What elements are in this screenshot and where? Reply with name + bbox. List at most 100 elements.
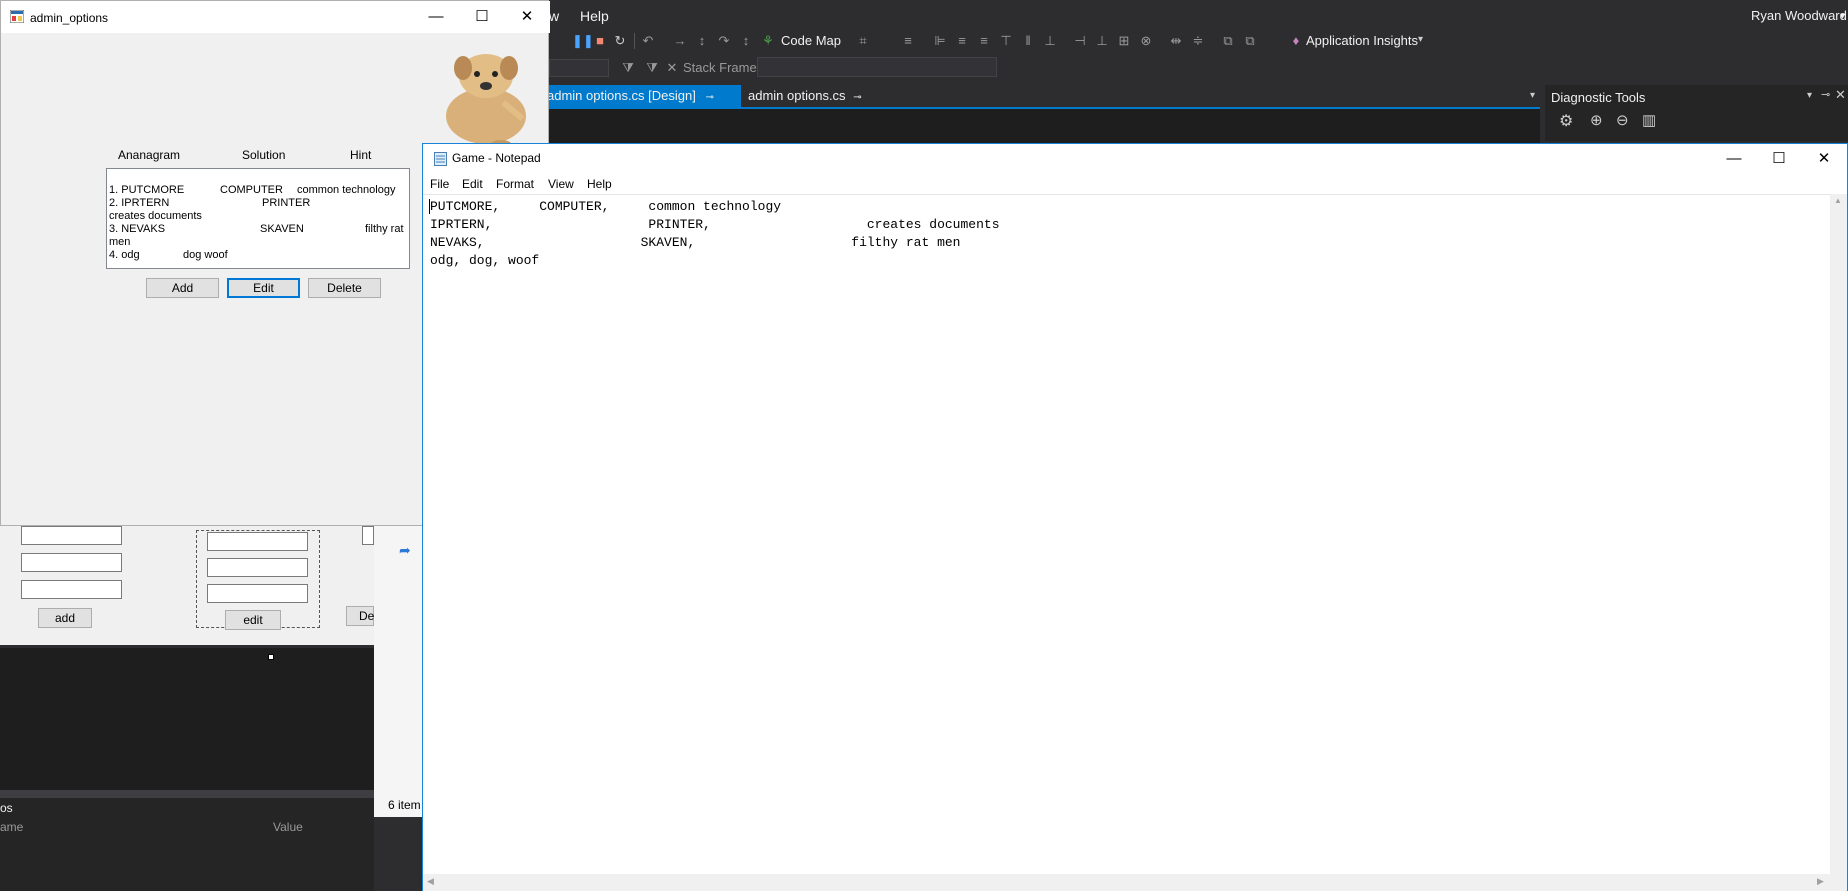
list-item[interactable]: SKAVEN xyxy=(260,223,304,235)
panel-close-icon[interactable]: ✕ xyxy=(1835,87,1846,103)
designer-textbox-2[interactable] xyxy=(21,553,122,572)
same-size-icon[interactable]: ⊞ xyxy=(1116,33,1132,49)
menu-file[interactable]: File xyxy=(430,177,449,191)
h-spacing-icon[interactable]: ⇹ xyxy=(1168,33,1184,49)
notepad-icon xyxy=(434,151,447,166)
notepad-menubar: File Edit Format View Help xyxy=(423,174,1847,194)
step-over-icon[interactable]: ↕ xyxy=(694,33,710,49)
filter2-icon[interactable]: ⧩ xyxy=(644,60,660,76)
tab-admin-options-code[interactable]: admin options.cs ⊸ xyxy=(742,85,872,107)
list-item[interactable]: common technology xyxy=(297,184,395,196)
close-icon[interactable]: ✕ xyxy=(1801,144,1847,174)
delete-button[interactable]: Delete xyxy=(308,278,381,298)
notepad-text-area[interactable]: PUTCMORE, COMPUTER, common technology IP… xyxy=(423,194,1847,874)
spacing-icon[interactable]: ⊗ xyxy=(1138,33,1154,49)
maximize-icon[interactable]: ☐ xyxy=(1756,144,1802,174)
horizontal-scrollbar[interactable] xyxy=(0,790,374,798)
chart-icon[interactable]: ▥ xyxy=(1642,111,1656,129)
tab-admin-options-design[interactable]: admin options.cs [Design] ⊸ ✕ xyxy=(541,85,741,127)
pin-icon[interactable]: ⊸ xyxy=(705,92,713,103)
pause-icon[interactable]: ❚❚ xyxy=(572,33,594,49)
menu-format[interactable]: Format xyxy=(496,177,534,191)
notepad-titlebar: Game - Notepad — ☐ ✕ xyxy=(423,144,1847,174)
scroll-up-icon[interactable]: ▲ xyxy=(1834,196,1842,205)
app-insights-icon[interactable]: ♦ xyxy=(1288,33,1304,49)
list-item[interactable]: dog woof xyxy=(183,249,228,261)
scroll-left-icon[interactable]: ◀ xyxy=(427,876,434,887)
minimize-icon[interactable]: — xyxy=(1711,144,1757,174)
step-icon[interactable]: ↕ xyxy=(738,33,754,49)
designer-textbox-4[interactable] xyxy=(207,532,308,551)
menu-view[interactable]: View xyxy=(548,177,574,191)
column-header-hint: Hint xyxy=(350,148,372,162)
list-item[interactable]: creates documents xyxy=(109,210,202,222)
designer-textbox-3[interactable] xyxy=(21,580,122,599)
align-bottom-icon[interactable]: ⊥ xyxy=(1042,33,1058,49)
stack-frame-dropdown[interactable] xyxy=(757,57,997,77)
designer-edit-button[interactable]: edit xyxy=(225,610,281,630)
list-item[interactable]: men xyxy=(109,236,130,248)
properties-title: os xyxy=(0,801,13,815)
list-item[interactable]: COMPUTER xyxy=(220,184,283,196)
same-height-icon[interactable]: ⊥ xyxy=(1094,33,1110,49)
list-item[interactable]: PRINTER xyxy=(262,197,310,209)
format-icon[interactable]: ⌗ xyxy=(855,33,871,49)
stack-frame-label: Stack Frame: xyxy=(683,60,761,75)
designer-delete-button[interactable]: Del xyxy=(346,606,377,626)
app-insights-button[interactable]: Application Insights xyxy=(1306,33,1418,48)
panel-dropdown-icon[interactable]: ▾ xyxy=(1807,90,1812,101)
panel-pin-icon[interactable]: ⊸ xyxy=(1821,88,1830,101)
settings-gear-icon[interactable]: ⚙ xyxy=(1559,111,1573,131)
tab-overflow-icon[interactable]: ▾ xyxy=(1530,90,1535,101)
zoom-out-icon[interactable]: ⊖ xyxy=(1616,111,1629,129)
minimize-icon[interactable]: — xyxy=(413,1,459,33)
list-item[interactable]: filthy rat xyxy=(365,223,404,235)
designer-textbox-6[interactable] xyxy=(207,584,308,603)
align-right-icon[interactable]: ≡ xyxy=(976,33,992,49)
code-map-button[interactable]: Code Map xyxy=(781,33,841,48)
designer-add-button[interactable]: add xyxy=(38,608,92,628)
maximize-icon[interactable]: ☐ xyxy=(459,1,505,33)
list-item[interactable]: 3. NEVAKS xyxy=(109,223,165,235)
add-button[interactable]: Add xyxy=(146,278,219,298)
align-icon[interactable]: ≡ xyxy=(900,33,916,49)
code-map-icon[interactable]: ⚘ xyxy=(760,33,776,49)
scroll-right-icon[interactable]: ▶ xyxy=(1817,876,1824,887)
align-middle-icon[interactable]: ‖ xyxy=(1020,33,1036,49)
edit-button[interactable]: Edit xyxy=(227,278,300,298)
v-spacing-icon[interactable]: ≑ xyxy=(1190,33,1206,49)
step-into-icon[interactable]: → xyxy=(672,33,688,49)
user-dropdown-icon[interactable]: ▾ xyxy=(1840,11,1845,22)
designer-textbox-7[interactable] xyxy=(362,526,374,545)
menu-help[interactable]: Help xyxy=(580,8,609,24)
close-icon[interactable]: ✕ xyxy=(504,1,550,33)
list-item[interactable]: 1. PUTCMORE xyxy=(109,184,184,196)
list-item[interactable]: 2. IPRTERN xyxy=(109,197,169,209)
menu-help[interactable]: Help xyxy=(587,177,612,191)
toggle-icon[interactable]: ✕ xyxy=(664,60,680,76)
designer-textbox-5[interactable] xyxy=(207,558,308,577)
horizontal-scrollbar[interactable]: ◀ ▶ xyxy=(423,874,1847,891)
menu-view[interactable]: w xyxy=(549,8,559,24)
align-center-icon[interactable]: ≡ xyxy=(954,33,970,49)
app-insights-dropdown-icon[interactable]: ▾ xyxy=(1418,34,1423,45)
bring-front-icon[interactable]: ⧉ xyxy=(1220,33,1236,49)
process-dropdown[interactable] xyxy=(549,59,609,77)
user-name[interactable]: Ryan Woodward xyxy=(1751,8,1847,23)
zoom-in-icon[interactable]: ⊕ xyxy=(1590,111,1603,129)
align-top-icon[interactable]: ⊤ xyxy=(998,33,1014,49)
align-left-icon[interactable]: ⊫ xyxy=(932,33,948,49)
anagram-listbox[interactable]: 1. PUTCMORE COMPUTER common technology 2… xyxy=(106,168,410,269)
restart-icon[interactable]: ↻ xyxy=(612,33,628,49)
resize-handle[interactable] xyxy=(268,654,274,660)
menu-edit[interactable]: Edit xyxy=(462,177,483,191)
step-out-icon[interactable]: ↷ xyxy=(716,33,732,49)
size-icon[interactable]: ⊣ xyxy=(1072,33,1088,49)
filter-icon[interactable]: ⧩ xyxy=(620,60,636,76)
vertical-scrollbar[interactable]: ▲ xyxy=(1830,194,1847,874)
send-back-icon[interactable]: ⧉ xyxy=(1242,33,1258,49)
show-next-statement-icon[interactable]: ↶ xyxy=(640,33,656,49)
list-item[interactable]: 4. odg xyxy=(109,249,140,261)
stop-icon[interactable]: ■ xyxy=(592,33,608,49)
designer-textbox-1[interactable] xyxy=(21,526,122,545)
